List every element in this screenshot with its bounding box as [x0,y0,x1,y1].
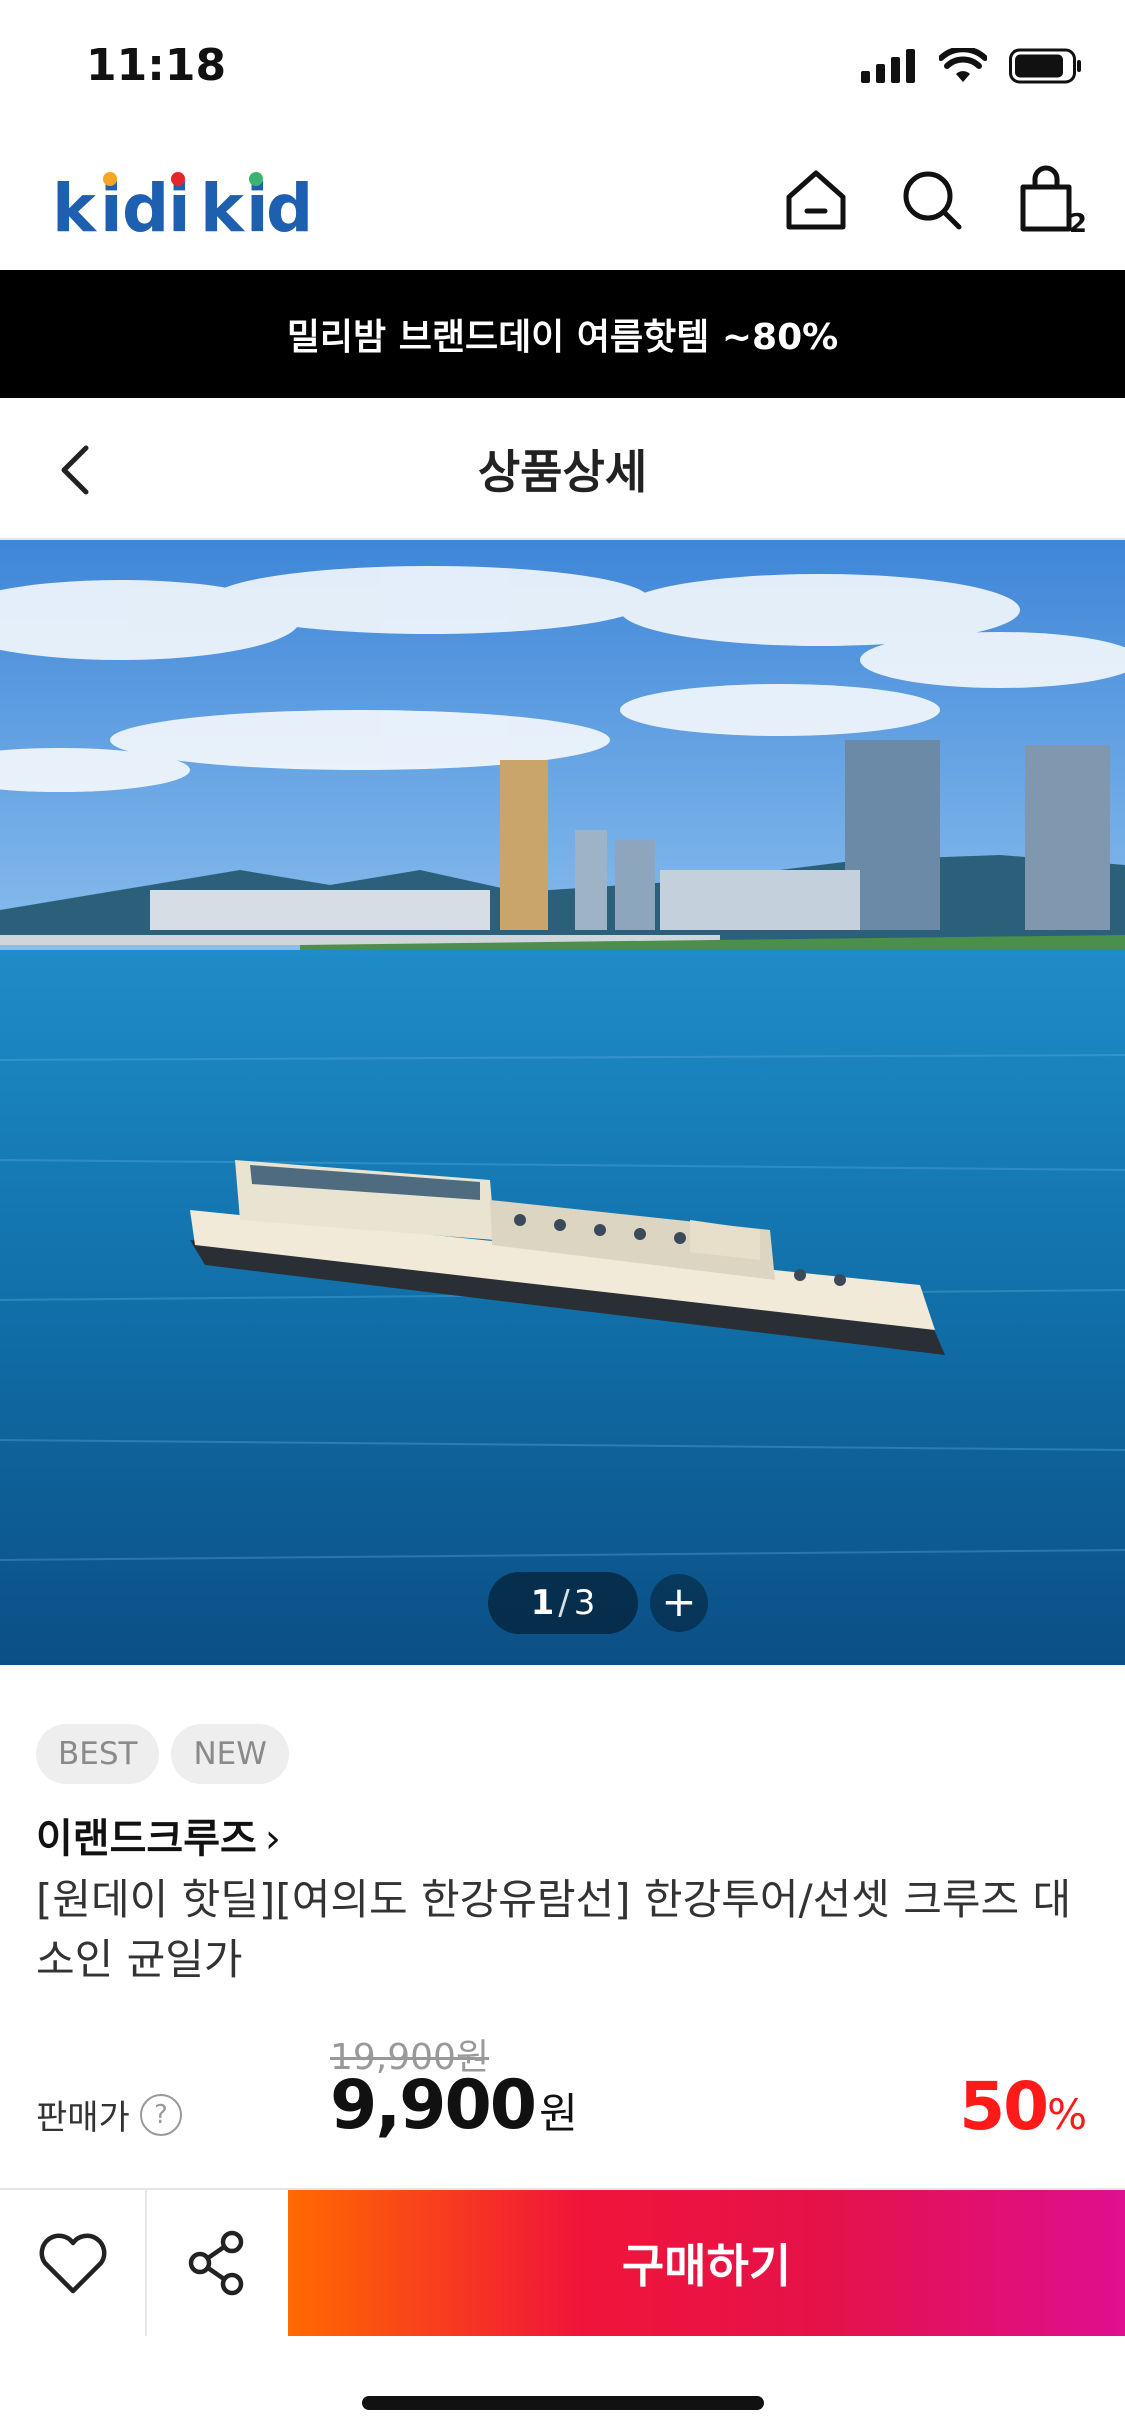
expand-image-button[interactable]: + [650,1574,708,1632]
sub-header: 상품상세 [0,398,1125,540]
page-title: 상품상세 [477,445,648,499]
product-title: [원데이 핫딜][여의도 한강유람선] 한강투어/선셋 크루즈 대소인 균일가 [36,1875,1072,1984]
share-icon [188,2230,244,2296]
discount-rate: 50% [959,2068,1087,2145]
status-icons [861,48,1083,84]
image-pager: 1 / 3 [488,1572,638,1634]
svg-text:d: d [122,170,169,247]
buy-button[interactable]: 구매하기 [288,2190,1125,2336]
home-button[interactable] [781,165,851,235]
cruise-photo [0,540,1125,1665]
chevron-right-icon: › [264,1816,281,1862]
svg-text:k: k [52,170,98,247]
price-label: 판매가 ? [36,2090,182,2139]
price-label-text: 판매가 [36,2098,130,2138]
sale-price: 9,900원 [330,2066,578,2145]
svg-text:d: d [266,170,312,247]
badge-new: NEW [171,1724,289,1784]
kidikidi-logo[interactable]: k i d i k i d [52,163,312,253]
pager-current: 1 [530,1583,555,1623]
sale-price-value: 9,900 [330,2066,537,2145]
home-icon [786,170,846,230]
status-time: 11:18 [86,40,227,91]
search-button[interactable] [897,165,967,235]
app-header: k i d i k i d 2 [0,135,1125,270]
wishlist-button[interactable] [0,2190,147,2336]
sale-price-currency: 원 [539,2089,578,2138]
badge-best: BEST [36,1724,160,1784]
bottom-action-bar: 구매하기 [0,2188,1125,2336]
status-bar: 11:18 [0,0,1125,135]
share-button[interactable] [147,2190,287,2336]
cart-button[interactable]: 2 [1013,165,1087,239]
discount-value: 50 [959,2068,1049,2145]
home-indicator [362,2396,764,2410]
cart-count-badge: 2 [1068,209,1087,239]
battery-icon [1009,48,1081,84]
search-icon [903,171,962,230]
signal-icon [861,49,915,83]
discount-unit: % [1047,2090,1087,2139]
promo-banner[interactable]: 밀리밤 브랜드데이 여름핫템 ~80% [0,270,1125,398]
help-icon[interactable]: ? [139,2093,182,2136]
product-image[interactable] [0,540,1125,1665]
pager-total: 3 [573,1583,596,1623]
heart-icon [39,2233,106,2294]
product-badges: BEST NEW [36,1724,289,1784]
svg-text:k: k [200,170,246,247]
brand-name: 이랜드크루즈 [36,1816,257,1862]
header-actions: 2 [781,165,1087,239]
pager-separator: / [558,1583,570,1623]
brand-link[interactable]: 이랜드크루즈 › [36,1806,281,1864]
wifi-icon [939,48,987,82]
